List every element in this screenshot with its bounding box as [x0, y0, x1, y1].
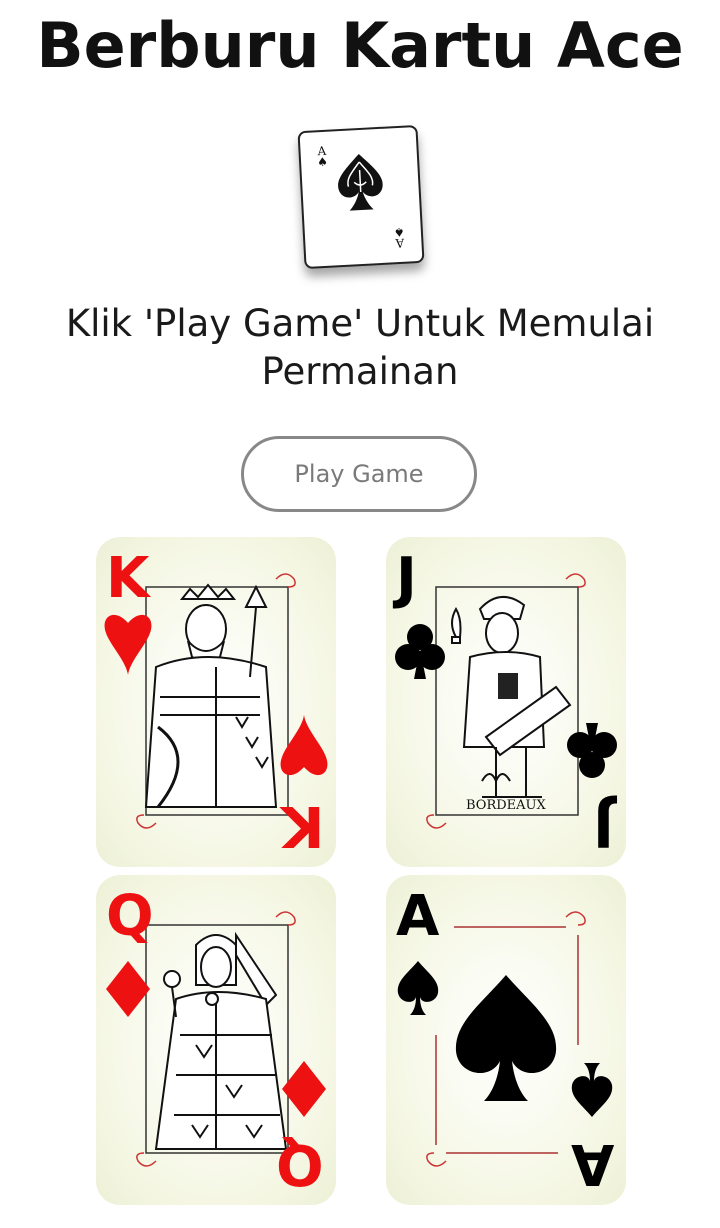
play-game-button[interactable]: Play Game	[241, 436, 477, 512]
card-rank-top: A	[396, 884, 440, 949]
card-king-of-hearts[interactable]: K K	[96, 537, 336, 867]
hero-ace-card: A ♠ A ♠	[297, 124, 425, 270]
instruction-text: Klik 'Play Game' Untuk Memulai Permainan	[65, 302, 655, 393]
card-rank-top: J	[396, 546, 417, 611]
card-imprint-text: BORDEAUX	[466, 798, 546, 813]
card-jack-of-clubs[interactable]: BORDEAUX J J	[386, 537, 626, 867]
hero-card-corner-top: A ♠	[316, 143, 329, 170]
card-rank-top: Q	[106, 884, 154, 949]
card-rank-top: K	[106, 546, 150, 611]
game-title: Berburu Kartu Ace	[36, 9, 684, 82]
card-rank-bottom: A	[570, 1131, 614, 1196]
card-ace-of-spades[interactable]: A A	[386, 875, 626, 1205]
spade-icon	[338, 154, 383, 211]
spade-icon	[455, 975, 557, 1101]
card-rank-bottom: K	[280, 793, 324, 858]
card-rank-bottom: Q	[276, 1131, 324, 1196]
jack-figure-illustration: BORDEAUX	[395, 573, 617, 829]
card-rank-bottom: J	[593, 793, 614, 858]
hero-card-corner-bottom: A ♠	[393, 224, 406, 251]
card-queen-of-diamonds[interactable]: Q Q	[96, 875, 336, 1205]
